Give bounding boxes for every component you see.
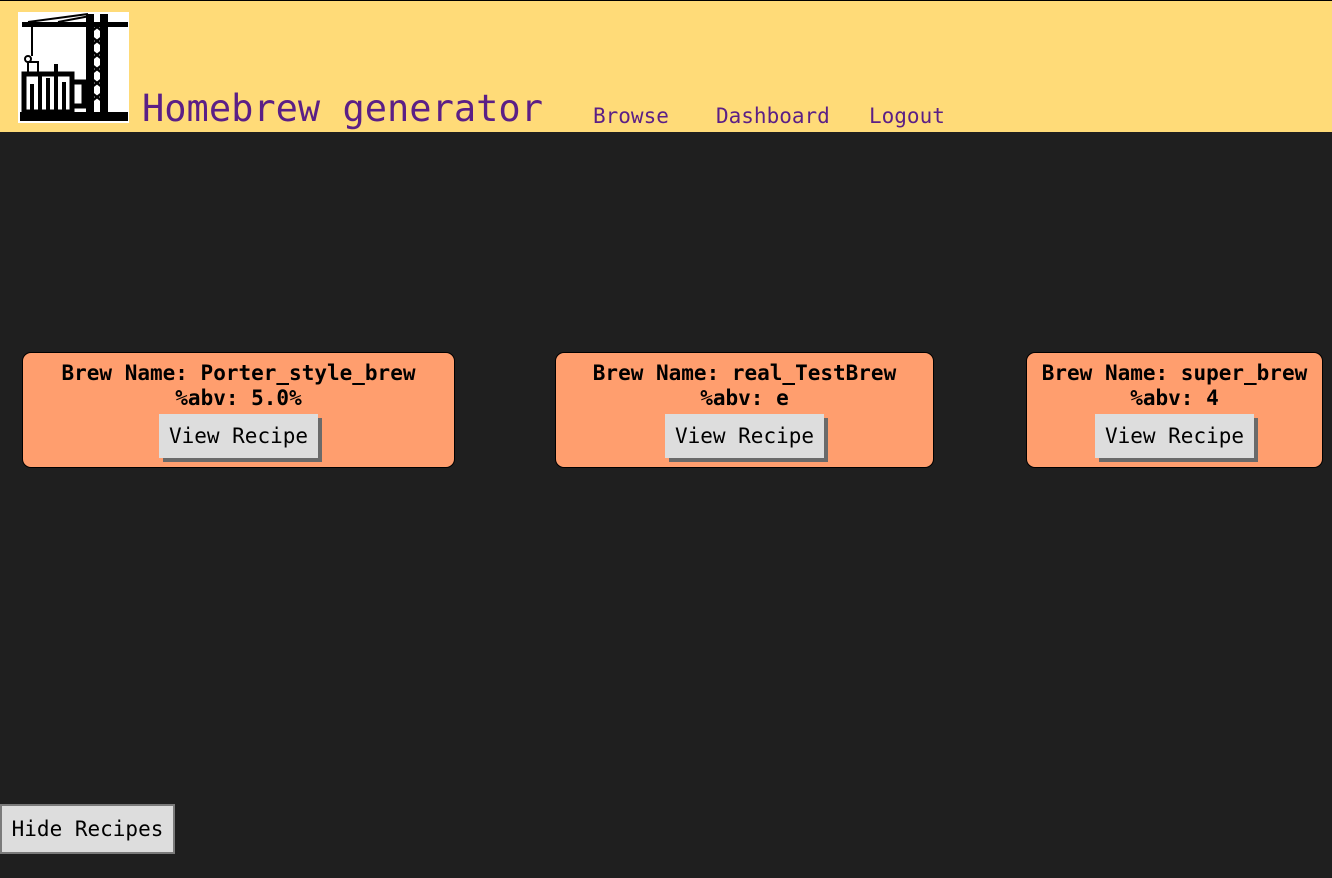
recipe-card: Brew Name: Porter_style_brew %abv: 5.0% … bbox=[22, 352, 455, 468]
nav-browse-link[interactable]: Browse bbox=[593, 102, 669, 130]
nav-logout-link[interactable]: Logout bbox=[869, 102, 945, 130]
hide-recipes-button[interactable]: Hide Recipes bbox=[0, 804, 175, 854]
view-recipe-button[interactable]: View Recipe bbox=[1094, 414, 1255, 458]
abv-text: %abv: 5.0% bbox=[175, 386, 302, 410]
nav-dashboard-link[interactable]: Dashboard bbox=[716, 102, 830, 130]
brew-name-text: Brew Name: Porter_style_brew bbox=[61, 361, 416, 385]
brew-name-text: Brew Name: real_TestBrew bbox=[592, 361, 897, 385]
view-recipe-button[interactable]: View Recipe bbox=[158, 414, 319, 458]
brew-name-text: Brew Name: super_brew bbox=[1041, 361, 1308, 385]
recipe-card: Brew Name: real_TestBrew %abv: e View Re… bbox=[555, 352, 934, 468]
abv-text: %abv: 4 bbox=[1130, 386, 1219, 410]
site-header: Homebrew generator Browse Dashboard Logo… bbox=[0, 0, 1332, 132]
recipe-card: Brew Name: super_brew %abv: 4 View Recip… bbox=[1026, 352, 1323, 468]
view-recipe-button[interactable]: View Recipe bbox=[664, 414, 825, 458]
abv-text: %abv: e bbox=[700, 386, 789, 410]
brewery-crane-icon[interactable] bbox=[18, 12, 129, 123]
site-title: Homebrew generator bbox=[142, 87, 543, 130]
